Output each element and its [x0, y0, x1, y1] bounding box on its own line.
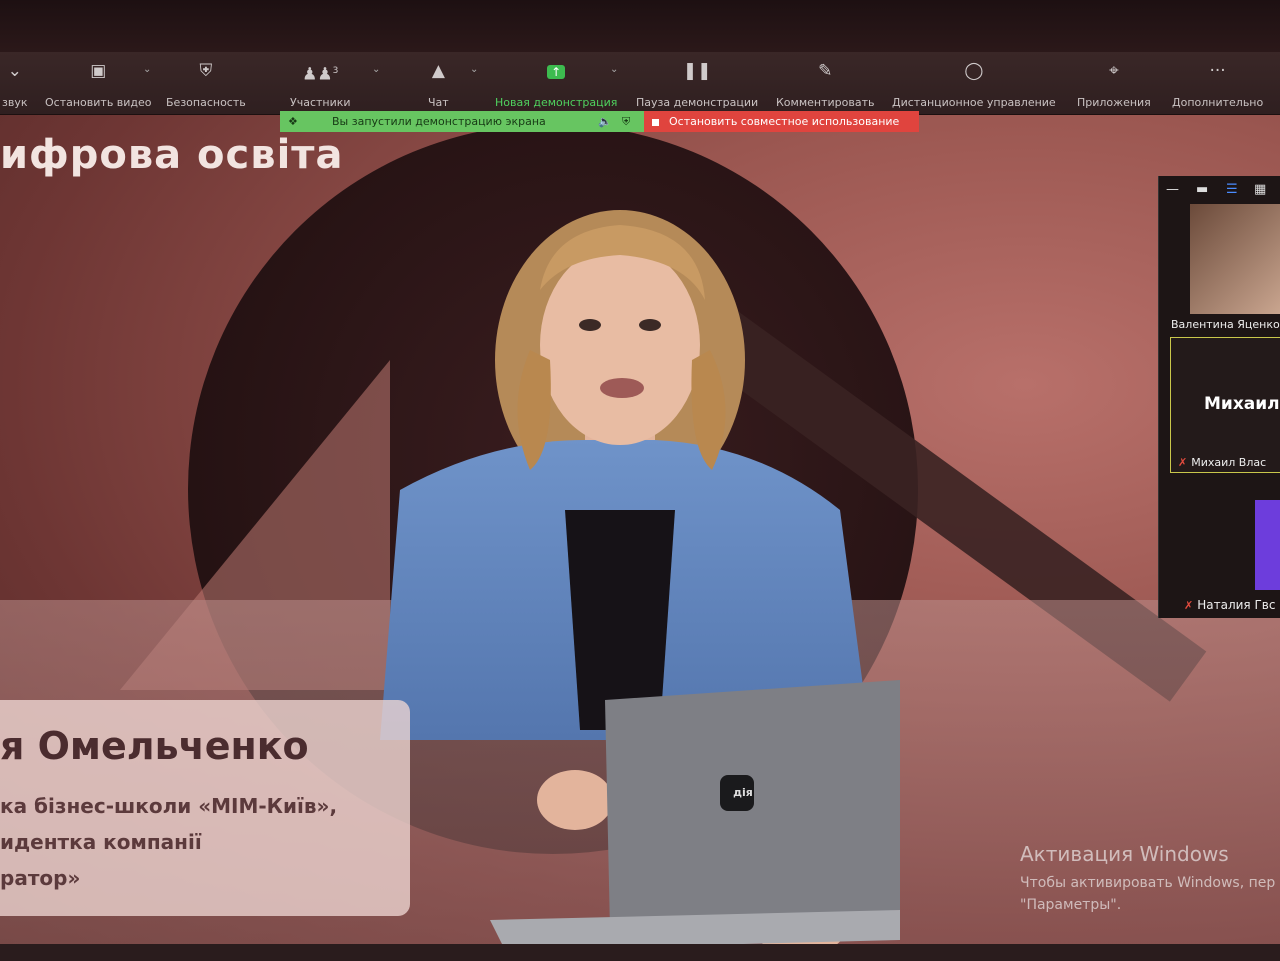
stop-icon: [652, 118, 659, 126]
shield-icon: ⛨: [199, 61, 213, 81]
annotate-button[interactable]: ✎ Комментировать: [776, 58, 874, 109]
pen-icon: ✎: [818, 61, 833, 81]
speaker-title-line: идентка компанії: [0, 830, 202, 854]
participant-name: Наталия Гвс: [1197, 598, 1276, 612]
top-frame: [0, 0, 1280, 52]
more-icon: ···: [1209, 61, 1226, 81]
security-label: Безопасность: [166, 96, 246, 109]
watermark-title: Активация Windows: [1020, 842, 1229, 866]
minimize-icon[interactable]: —: [1166, 182, 1179, 197]
apps-button[interactable]: ⌖ Приложения: [1077, 58, 1151, 109]
participants-count: 3: [332, 66, 339, 76]
chat-button[interactable]: ▲ Чат: [428, 58, 449, 109]
mute-button[interactable]: ⌄ звук: [2, 58, 28, 109]
speaker-icon[interactable]: 🔈: [598, 111, 612, 132]
lower-third-card: я Омельченко ка бізнес-школи «МІМ-Київ»,…: [0, 700, 410, 916]
participant-name-row: ✗ Михаил Влас: [1178, 456, 1266, 469]
participant-name: Михаил Влас: [1191, 456, 1267, 469]
stop-video-label: Остановить видео: [45, 96, 152, 109]
speaker-title-line: ратор»: [0, 866, 81, 890]
chevron-down-icon[interactable]: ⌄: [470, 64, 478, 75]
mouse-icon: ◯: [964, 61, 984, 81]
mute-label: звук: [2, 96, 28, 109]
participant-name-row: ✗ Наталия Гвс: [1184, 598, 1275, 612]
new-share-button[interactable]: ↑ Новая демонстрация: [495, 58, 617, 109]
chat-icon: ▲: [431, 61, 445, 81]
single-view-icon[interactable]: ▬: [1196, 182, 1208, 197]
participants-icon: ♟♟3: [302, 64, 339, 85]
mic-icon: ⌄: [7, 61, 22, 81]
more-button[interactable]: ··· Дополнительно: [1172, 58, 1263, 109]
chevron-down-icon[interactable]: ⌄: [372, 64, 380, 75]
more-label: Дополнительно: [1172, 96, 1264, 109]
gallery-view-icon[interactable]: ▦: [1254, 182, 1266, 197]
mic-muted-icon: ✗: [1184, 599, 1194, 612]
video-icon: ▣: [90, 61, 107, 81]
taskbar-edge: [0, 944, 1280, 961]
participant-video[interactable]: [1190, 204, 1280, 314]
chevron-down-icon[interactable]: ⌄: [143, 64, 151, 75]
apps-label: Приложения: [1077, 96, 1151, 109]
stop-share-label: Остановить совместное использование: [669, 115, 900, 128]
security-button[interactable]: ⛨ Безопасность: [166, 58, 246, 109]
participants-button[interactable]: ♟♟3 Участники: [290, 58, 351, 109]
speaker-title-line: ка бізнес-школи «МІМ-Київ»,: [0, 794, 338, 818]
watermark-line: Чтобы активировать Windows, пер: [1020, 875, 1276, 891]
pause-icon: ❚❚: [682, 61, 712, 81]
pause-share-label: Пауза демонстрации: [636, 96, 759, 109]
meeting-toolbar: ⌄ звук ▣ Остановить видео ⌄ ⛨ Безопаснос…: [0, 52, 1280, 115]
laptop-logo: дія: [733, 786, 753, 799]
drag-handle-icon[interactable]: ❖: [288, 111, 298, 132]
participants-label: Участники: [290, 96, 351, 109]
chat-label: Чат: [428, 96, 449, 109]
stop-share-button[interactable]: Остановить совместное использование: [644, 111, 919, 132]
watermark-line: "Параметры".: [1020, 897, 1122, 913]
participant-name: Валентина Яценко: [1171, 318, 1280, 331]
mic-muted-icon: ✗: [1178, 456, 1188, 469]
pause-share-button[interactable]: ❚❚ Пауза демонстрации: [636, 58, 758, 109]
slide-title: ифрова освіта: [0, 132, 344, 178]
new-share-label: Новая демонстрация: [495, 96, 618, 109]
remote-control-label: Дистанционное управление: [892, 96, 1056, 109]
participant-video[interactable]: [1255, 500, 1280, 590]
sharing-status-banner: ❖ Вы запустили демонстрацию экрана 🔈 ⛨: [280, 111, 644, 132]
watermark-text: Чтобы активировать Windows, пер "Парамет…: [1020, 872, 1275, 916]
annotate-label: Комментировать: [776, 96, 875, 109]
apps-icon: ⌖: [1109, 61, 1119, 81]
speaker-view-icon[interactable]: ☰: [1226, 182, 1238, 197]
windows-activation-watermark: Активация Windows Чтобы активировать Win…: [1020, 842, 1275, 916]
presenter-image: [380, 210, 900, 955]
share-screen-icon: ↑: [495, 58, 617, 84]
screen: ифрова освіта дія я Омельченко ка бізнес…: [0, 0, 1280, 961]
stop-video-button[interactable]: ▣ Остановить видео: [45, 58, 152, 109]
participant-display-name: Михаил: [1204, 394, 1280, 414]
remote-control-button[interactable]: ◯ Дистанционное управление: [892, 58, 1056, 109]
shield-icon[interactable]: ⛨: [622, 111, 630, 132]
speaker-name: я Омельченко: [0, 724, 309, 768]
chevron-down-icon[interactable]: ⌄: [610, 64, 618, 75]
sharing-status-text: Вы запустили демонстрацию экрана: [332, 115, 546, 128]
